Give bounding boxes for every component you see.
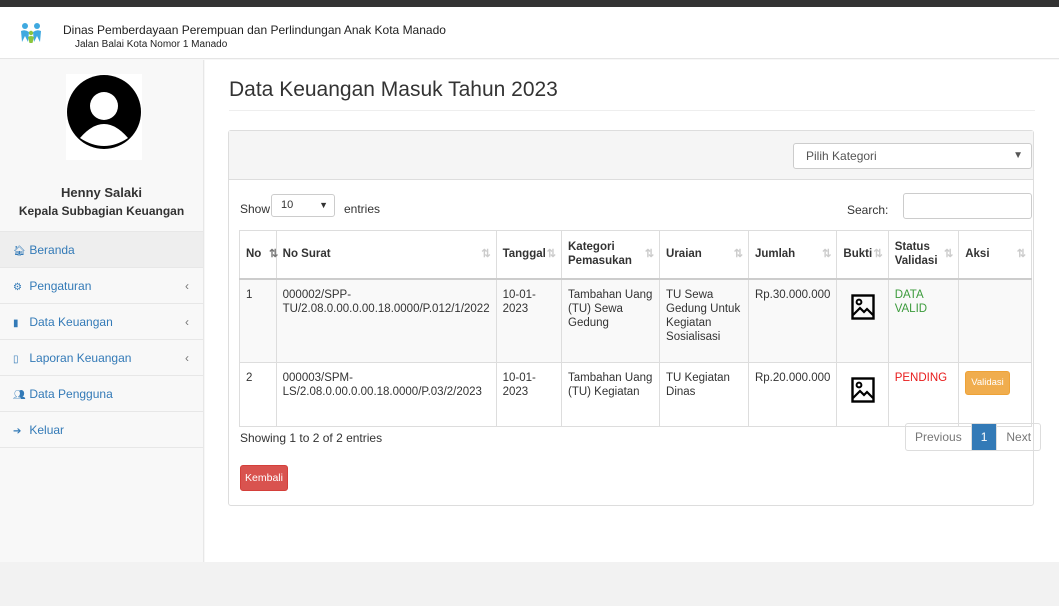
file-icon: ▮	[13, 318, 19, 329]
sort-icon: ⇅	[944, 248, 954, 261]
sidebar-item-label: Laporan Keuangan	[29, 351, 132, 365]
search-label: Search:	[847, 203, 889, 217]
pagination-page-1[interactable]: 1	[970, 424, 997, 450]
sidebar-item-beranda[interactable]: 🏠︎ Beranda	[0, 232, 203, 268]
table-row: 1 000002/SPP-TU/2.08.0.00.0.00.18.0000/P…	[239, 278, 1032, 363]
sidebar-item-pengaturan[interactable]: ⚙ Pengaturan ‹	[0, 268, 203, 304]
page-title: Data Keuangan Masuk Tahun 2023	[229, 78, 558, 101]
site-header: Dinas Pemberdayaan Perempuan dan Perlind…	[0, 7, 1059, 59]
pagination-previous[interactable]: Previous	[906, 424, 971, 450]
back-button[interactable]: Kembali	[240, 465, 288, 491]
cell-jumlah: Rp.30.000.000	[747, 278, 838, 363]
footer-band	[0, 562, 1059, 606]
col-header-status[interactable]: Status Validasi ⇅	[887, 230, 960, 280]
sidebar-item-label: Data Pengguna	[29, 387, 113, 401]
cell-tanggal: 10-01-2023	[495, 278, 563, 363]
col-header-tanggal[interactable]: Tanggal ⇅	[495, 230, 563, 280]
cell-no-surat: 000002/SPP-TU/2.08.0.00.0.00.18.0000/P.0…	[275, 278, 497, 363]
sort-icon: ⇅	[481, 248, 491, 261]
cell-jumlah: Rp.20.000.000	[747, 362, 838, 427]
page-length-select[interactable]: 10 ▼	[271, 194, 335, 217]
pagination-next[interactable]: Next	[996, 424, 1040, 450]
chevron-left-icon: ‹	[185, 279, 189, 293]
chevron-left-icon: ‹	[185, 315, 189, 329]
panel-heading: Pilih Kategori ▼	[229, 131, 1033, 180]
org-address: Jalan Balai Kota Nomor 1 Manado	[75, 39, 228, 50]
data-panel: Pilih Kategori ▼ Show 10 ▼ entries Searc…	[228, 130, 1042, 506]
sort-icon: ⇅	[644, 248, 655, 261]
table-info: Showing 1 to 2 of 2 entries	[240, 431, 383, 445]
org-name: Dinas Pemberdayaan Perempuan dan Perlind…	[63, 23, 446, 37]
sidebar-item-label: Keluar	[29, 423, 65, 437]
sidebar-item-data-keuangan[interactable]: ▮ Data Keuangan ‹	[0, 304, 203, 340]
profile-name: Henny Salaki	[61, 185, 142, 200]
sort-icon: ⇅	[1016, 248, 1026, 261]
cell-status: PENDING	[887, 362, 960, 427]
sidebar-item-label: Data Keuangan	[29, 315, 113, 329]
title-divider	[229, 110, 1035, 111]
family-logo-icon	[21, 23, 41, 43]
category-select-value: Pilih Kategori	[806, 149, 877, 163]
sidebar-item-laporan-keuangan[interactable]: ▯ Laporan Keuangan ‹	[0, 340, 203, 376]
col-header-uraian[interactable]: Uraian ⇅	[659, 230, 749, 280]
col-header-kategori[interactable]: Kategori Pemasukan ⇅	[560, 230, 661, 280]
cell-tanggal: 10-01-2023	[495, 362, 563, 427]
sort-icon: ⇅	[873, 248, 883, 261]
sidebar-item-label: Beranda	[29, 243, 75, 257]
cell-no: 1	[239, 278, 277, 363]
cell-uraian: TU Kegiatan Dinas	[659, 362, 749, 427]
chevron-down-icon: ▼	[319, 200, 328, 210]
sidebar: Henny Salaki Kepala Subbagian Keuangan 🏠…	[0, 60, 204, 562]
page-length-value: 10	[281, 199, 294, 211]
sidebar-item-keluar[interactable]: ➔ Keluar	[0, 412, 203, 448]
validasi-button[interactable]: Validasi	[965, 371, 1010, 395]
col-header-jumlah[interactable]: Jumlah ⇅	[747, 230, 838, 280]
image-icon[interactable]	[850, 293, 875, 320]
cell-bukti	[836, 362, 889, 427]
col-header-no[interactable]: No ⇅	[239, 230, 278, 280]
pagination: Previous 1 Next	[905, 423, 1042, 451]
search-input[interactable]	[903, 193, 1032, 219]
category-select[interactable]: Pilih Kategori ▼	[793, 143, 1032, 169]
table-row: 2 000003/SPM-LS/2.08.0.00.0.00.18.0000/P…	[239, 362, 1032, 427]
profile-role: Kepala Subbagian Keuangan	[18, 204, 185, 218]
cell-aksi	[958, 278, 1032, 363]
gear-icon: ⚙	[13, 282, 22, 293]
cell-status: DATA VALID	[887, 278, 960, 363]
col-header-no-surat[interactable]: No Surat ⇅	[275, 230, 497, 280]
file-outline-icon: ▯	[13, 354, 19, 365]
main-content: Data Keuangan Masuk Tahun 2023 Pilih Kat…	[205, 60, 1059, 562]
home-icon: 🏠︎	[13, 246, 26, 257]
entries-label: entries	[344, 202, 381, 216]
cell-kategori: Tambahan Uang (TU) Sewa Gedung	[560, 278, 661, 363]
sidebar-item-label: Pengaturan	[29, 279, 92, 293]
image-icon[interactable]	[850, 377, 875, 403]
cell-kategori: Tambahan Uang (TU) Kegiatan	[560, 362, 661, 427]
cell-bukti	[836, 278, 889, 363]
user-avatar-icon	[66, 74, 142, 160]
add-user-icon: 👥︎	[13, 390, 26, 401]
chevron-down-icon: ▼	[1013, 150, 1023, 161]
show-label: Show	[240, 202, 271, 216]
cell-no: 2	[239, 362, 277, 427]
col-header-aksi[interactable]: Aksi ⇅	[958, 230, 1032, 280]
sort-icon: ⇅	[733, 248, 743, 261]
finance-table: No ⇅ No Surat ⇅ Tanggal ⇅ Kategori Pemasuka…	[239, 230, 1032, 427]
chevron-left-icon: ‹	[185, 351, 189, 365]
sort-icon: ⇅	[546, 248, 556, 261]
sign-out-icon: ➔	[13, 426, 22, 437]
user-profile: Henny Salaki Kepala Subbagian Keuangan	[0, 60, 203, 232]
cell-no-surat: 000003/SPM-LS/2.08.0.00.0.00.18.0000/P.0…	[275, 362, 497, 427]
table-header-row: No ⇅ No Surat ⇅ Tanggal ⇅ Kategori Pemasuka…	[239, 230, 1032, 280]
col-header-bukti[interactable]: Bukti ⇅	[836, 230, 889, 280]
top-accent-bar	[0, 0, 1059, 7]
cell-aksi: Validasi	[958, 362, 1032, 427]
sort-icon: ⇅	[822, 248, 832, 261]
sidebar-item-data-pengguna[interactable]: 👥︎ Data Pengguna	[0, 376, 203, 412]
cell-uraian: TU Sewa Gedung Untuk Kegiatan Sosialisas…	[659, 278, 749, 363]
